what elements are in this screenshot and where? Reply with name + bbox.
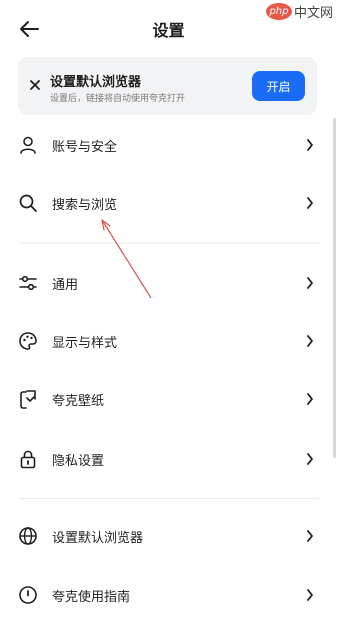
- user-icon: [16, 133, 40, 157]
- menu-item-general[interactable]: 通用: [0, 261, 337, 305]
- menu-item-label: 显示与样式: [52, 336, 118, 351]
- menu-item-label: 通用: [52, 278, 79, 293]
- banner-subtitle: 设置后，链接将自动使用夸克打开: [50, 94, 186, 104]
- header-bar: 设置 php 中文网: [0, 0, 337, 56]
- chevron-right-icon: [305, 275, 315, 291]
- menu-item-display-style[interactable]: 显示与样式: [0, 319, 337, 363]
- palette-icon: [16, 329, 40, 353]
- chevron-right-icon: [305, 333, 315, 349]
- sliders-icon: [16, 271, 40, 295]
- chevron-right-icon: [305, 528, 315, 544]
- menu-item-guide[interactable]: 夸克使用指南: [0, 573, 337, 617]
- guide-icon: [16, 583, 40, 607]
- menu-item-label: 夸克壁纸: [52, 394, 105, 409]
- menu-item-label: 账号与安全: [52, 140, 118, 155]
- chevron-right-icon: [305, 391, 315, 407]
- chevron-right-icon: [305, 195, 315, 211]
- watermark-logo: php: [265, 3, 292, 20]
- section-divider: [18, 243, 319, 244]
- watermark-text: 中文网: [293, 6, 333, 21]
- menu-item-wallpaper[interactable]: 夸克壁纸: [0, 377, 337, 421]
- chevron-right-icon: [305, 587, 315, 603]
- banner-title: 设置默认浏览器: [50, 75, 142, 90]
- globe-icon: [16, 524, 40, 548]
- menu-item-default-browser[interactable]: 设置默认浏览器: [0, 514, 337, 558]
- menu-item-label: 隐私设置: [52, 454, 105, 469]
- close-icon[interactable]: [28, 78, 42, 92]
- lock-icon: [16, 447, 40, 471]
- watermark: php 中文网: [265, 2, 333, 21]
- chevron-right-icon: [305, 137, 315, 153]
- default-browser-banner: 设置默认浏览器 设置后，链接将自动使用夸克打开 开启: [18, 57, 317, 115]
- menu-item-search-browse[interactable]: 搜索与浏览: [0, 181, 337, 225]
- wallpaper-icon: [16, 387, 40, 411]
- scrollbar[interactable]: [333, 118, 336, 458]
- chevron-right-icon: [305, 451, 315, 467]
- enable-button[interactable]: 开启: [252, 71, 305, 101]
- search-icon: [16, 191, 40, 215]
- menu-item-label: 搜索与浏览: [52, 198, 118, 213]
- menu-item-account-security[interactable]: 账号与安全: [0, 123, 337, 167]
- menu-item-label: 夸克使用指南: [52, 590, 131, 605]
- menu-item-privacy[interactable]: 隐私设置: [0, 437, 337, 481]
- menu-item-label: 设置默认浏览器: [52, 531, 144, 546]
- section-divider: [18, 498, 319, 499]
